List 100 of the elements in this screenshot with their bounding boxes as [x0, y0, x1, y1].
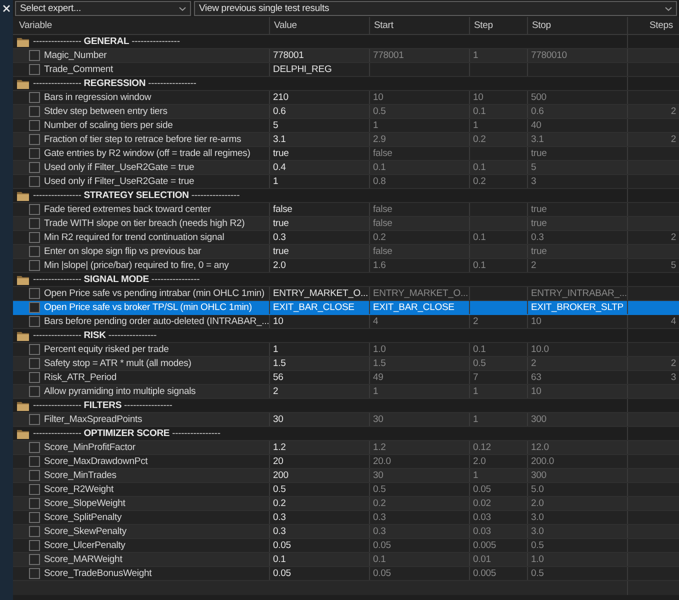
checkbox[interactable]: [29, 260, 40, 271]
expert-dropdown[interactable]: Select expert...: [15, 1, 191, 16]
parameter-value: 56: [273, 371, 284, 384]
folder-icon: [17, 330, 29, 340]
parameter-row[interactable]: Score_MinTrades 200 30 1 300: [13, 469, 679, 483]
parameter-value: 0.4: [273, 161, 286, 174]
checkbox[interactable]: [29, 50, 40, 61]
parameter-value: EXIT_BAR_CLOSE: [273, 301, 354, 314]
checkbox[interactable]: [29, 456, 40, 467]
checkbox[interactable]: [29, 568, 40, 579]
parameter-row[interactable]: Safety stop = ATR * mult (all modes) 1.5 1.5 0.5 2 2: [13, 357, 679, 371]
parameter-row[interactable]: Magic_Number 778001 778001 1 7780010: [13, 49, 679, 63]
step-value: 0.03: [473, 525, 491, 538]
checkbox[interactable]: [29, 470, 40, 481]
parameter-value: 1: [273, 175, 278, 188]
checkbox[interactable]: [29, 204, 40, 215]
parameter-row[interactable]: Open Price safe vs broker TP/SL (min OHLC 1min) EXIT_BAR_CLOSE EXIT_BAR_CLOSE EXIT_BROKER_SLTP: [13, 301, 679, 315]
parameter-row[interactable]: Score_UlcerPenalty 0.05 0.05 0.005 0.5: [13, 539, 679, 553]
checkbox[interactable]: [29, 512, 40, 523]
checkbox[interactable]: [29, 134, 40, 145]
parameter-row[interactable]: Score_SplitPenalty 0.3 0.3 0.03 3.0: [13, 511, 679, 525]
checkbox[interactable]: [29, 316, 40, 327]
start-value: 1.2: [373, 441, 386, 454]
parameter-value: 1.2: [273, 441, 286, 454]
checkbox[interactable]: [29, 218, 40, 229]
parameter-row[interactable]: Bars in regression window 210 10 10 500: [13, 91, 679, 105]
parameter-row[interactable]: Number of scaling tiers per side 5 1 1 40: [13, 119, 679, 133]
parameter-row[interactable]: Bars before pending order auto-deleted (INTRABAR_... 10 4 2 10 4: [13, 315, 679, 329]
checkbox[interactable]: [29, 344, 40, 355]
checkbox[interactable]: [29, 162, 40, 173]
checkbox[interactable]: [29, 554, 40, 565]
parameter-row[interactable]: Min R2 required for trend continuation signal 0.3 0.2 0.1 0.3 2: [13, 231, 679, 245]
parameter-row[interactable]: Risk_ATR_Period 56 49 7 63 3: [13, 371, 679, 385]
parameter-name: Fraction of tier step to retrace before tier re-arms: [44, 133, 242, 146]
step-value: 7: [473, 371, 478, 384]
parameter-row[interactable]: Score_MinProfitFactor 1.2 1.2 0.12 12.0: [13, 441, 679, 455]
parameter-row[interactable]: Trade WITH slope on tier breach (needs high R2) true false true: [13, 217, 679, 231]
step-value: 2.0: [473, 455, 486, 468]
checkbox[interactable]: [29, 246, 40, 257]
parameter-row[interactable]: Used only if Filter_UseR2Gate = true 0.4 0.1 0.1 5: [13, 161, 679, 175]
stop-value: 3: [531, 175, 536, 188]
stop-value: 2: [531, 357, 536, 370]
stop-value: 0.6: [531, 105, 544, 118]
parameter-row[interactable]: Score_MaxDrawdownPct 20 20.0 2.0 200.0: [13, 455, 679, 469]
checkbox[interactable]: [29, 232, 40, 243]
parameter-name: Score_MaxDrawdownPct: [44, 455, 148, 468]
checkbox[interactable]: [29, 176, 40, 187]
checkbox[interactable]: [29, 526, 40, 537]
parameter-row[interactable]: Score_MARWeight 0.1 0.1 0.01 1.0: [13, 553, 679, 567]
step-value: 0.005: [473, 567, 496, 580]
checkbox[interactable]: [29, 414, 40, 425]
checkbox[interactable]: [29, 540, 40, 551]
checkbox[interactable]: [29, 92, 40, 103]
start-value: 1: [373, 385, 378, 398]
parameter-row[interactable]: Gate entries by R2 window (off = trade all regimes) true false true: [13, 147, 679, 161]
parameter-row[interactable]: Used only if Filter_UseR2Gate = true 1 0.8 0.2 3: [13, 175, 679, 189]
checkbox[interactable]: [29, 148, 40, 159]
parameter-row[interactable]: Open Price safe vs pending intrabar (min OHLC 1min) ENTRY_MARKET_O... ENTRY_MARKET_O... ENTRY_INTRABAR_...: [13, 287, 679, 301]
step-value: 10: [473, 91, 484, 104]
start-value: 1: [373, 119, 378, 132]
parameter-value: 30: [273, 413, 284, 426]
parameter-row[interactable]: Trade_Comment DELPHI_REG: [13, 63, 679, 77]
parameter-row[interactable]: Min |slope| (price/bar) required to fire, 0 = any 2.0 1.6 0.1 2 5: [13, 259, 679, 273]
stop-value: 3.1: [531, 133, 544, 146]
parameter-row[interactable]: Score_TradeBonusWeight 0.05 0.05 0.005 0.5: [13, 567, 679, 581]
chevron-down-icon: [665, 6, 672, 10]
parameter-value: 778001: [273, 49, 304, 62]
checkbox[interactable]: [29, 302, 40, 313]
checkbox[interactable]: [29, 442, 40, 453]
parameter-row[interactable]: Allow pyramiding into multiple signals 2 1 1 10: [13, 385, 679, 399]
results-dropdown[interactable]: View previous single test results: [194, 1, 677, 16]
parameter-row[interactable]: Score_SlopeWeight 0.2 0.2 0.02 2.0: [13, 497, 679, 511]
parameter-row[interactable]: Enter on slope sign flip vs previous bar true false true: [13, 245, 679, 259]
step-value: 1: [473, 119, 478, 132]
checkbox[interactable]: [29, 288, 40, 299]
checkbox[interactable]: [29, 498, 40, 509]
parameter-value: 2: [273, 385, 278, 398]
close-icon[interactable]: [3, 5, 10, 12]
start-value: ENTRY_MARKET_O...: [373, 287, 468, 300]
checkbox[interactable]: [29, 358, 40, 369]
checkbox[interactable]: [29, 484, 40, 495]
parameter-row[interactable]: Stdev step between entry tiers 0.6 0.5 0.1 0.6 2: [13, 105, 679, 119]
parameter-name: Percent equity risked per trade: [44, 343, 169, 356]
checkbox[interactable]: [29, 386, 40, 397]
checkbox[interactable]: [29, 120, 40, 131]
checkbox[interactable]: [29, 372, 40, 383]
stop-value: 40: [531, 119, 542, 132]
parameter-row[interactable]: Score_R2Weight 0.5 0.5 0.05 5.0: [13, 483, 679, 497]
parameter-name: Filter_MaxSpreadPoints: [44, 413, 142, 426]
parameter-row[interactable]: Filter_MaxSpreadPoints 30 30 1 300: [13, 413, 679, 427]
start-value: 0.5: [373, 483, 386, 496]
parameter-row[interactable]: Percent equity risked per trade 1 1.0 0.1 10.0: [13, 343, 679, 357]
stop-value: 1.0: [531, 553, 544, 566]
checkbox[interactable]: [29, 64, 40, 75]
parameter-row[interactable]: Fade tiered extremes back toward center false false true: [13, 203, 679, 217]
checkbox[interactable]: [29, 106, 40, 117]
parameter-row[interactable]: Score_SkewPenalty 0.3 0.3 0.03 3.0: [13, 525, 679, 539]
group-title: ---------------- RISK ----------------: [33, 329, 157, 342]
parameter-row[interactable]: Fraction of tier step to retrace before tier re-arms 3.1 2.9 0.2 3.1 2: [13, 133, 679, 147]
step-value: 1: [473, 469, 478, 482]
